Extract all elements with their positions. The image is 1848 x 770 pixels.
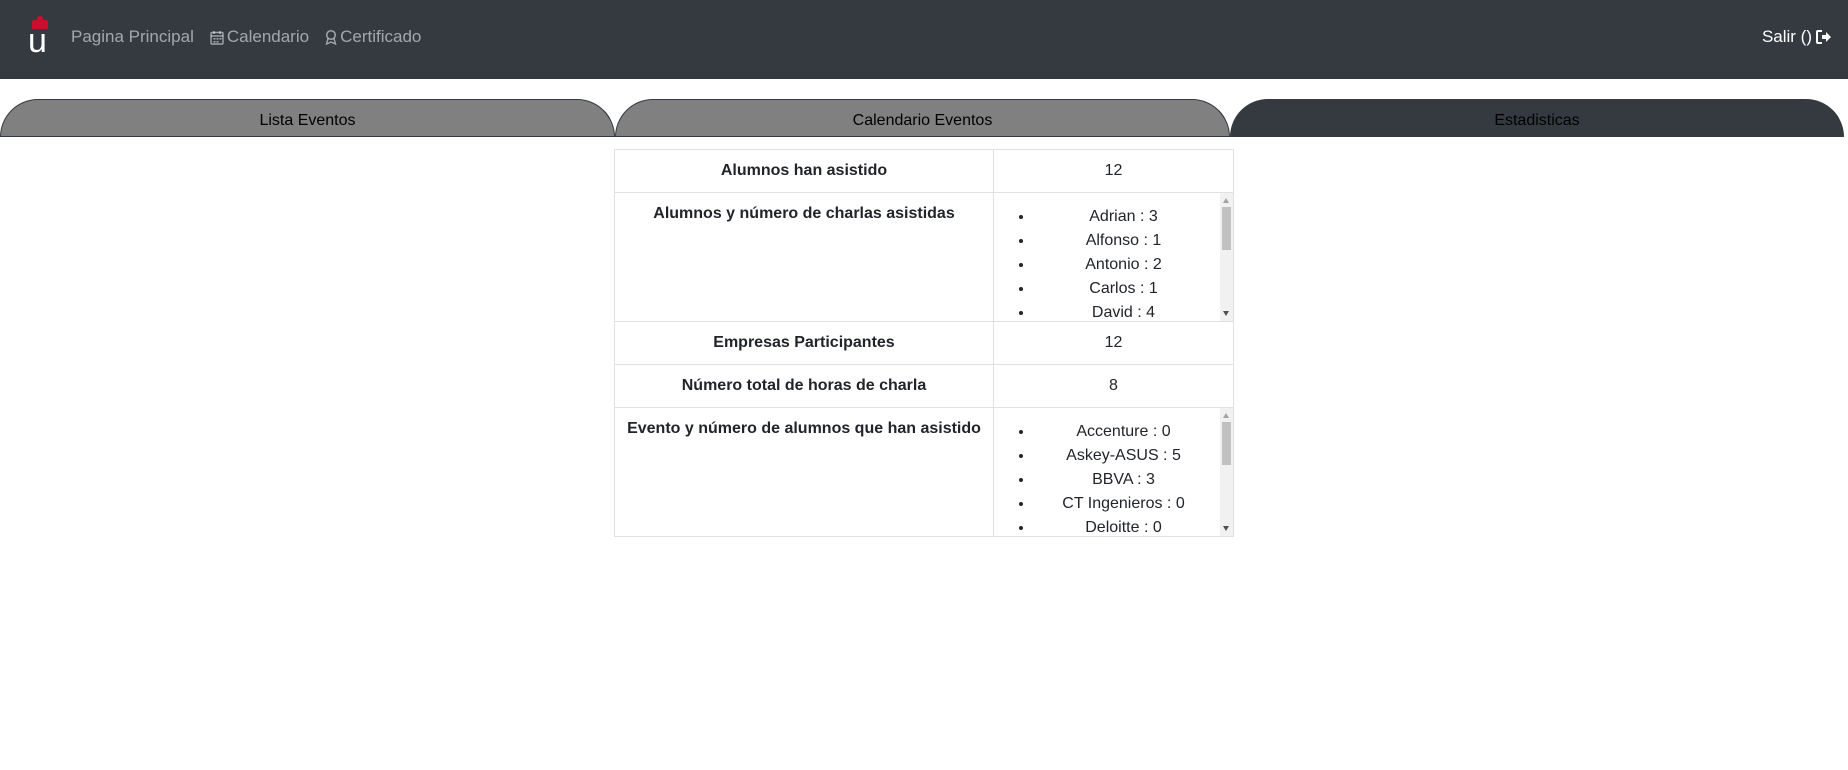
table-row: Empresas Participantes 12 xyxy=(614,321,1234,365)
nav-link-label: Certificado xyxy=(340,27,422,46)
scrollbar-thumb[interactable] xyxy=(1222,422,1231,465)
university-logo[interactable]: u xyxy=(28,16,52,60)
statistics-table: Alumnos han asistido 12 Alumnos y número… xyxy=(614,149,1234,537)
vertical-scrollbar[interactable] xyxy=(1220,408,1233,536)
evento-alumnos-label: Evento y número de alumnos que han asist… xyxy=(614,407,994,537)
scrollbar-thumb[interactable] xyxy=(1222,207,1231,250)
tab-calendario-eventos[interactable]: Calendario Eventos xyxy=(615,99,1230,137)
nav-link-label: Calendario xyxy=(226,27,310,46)
nav-link-certificado[interactable]: Certificado xyxy=(325,27,421,47)
empresas-value: 12 xyxy=(993,321,1234,365)
tab-estadisticas[interactable]: Estadisticas xyxy=(1230,99,1844,137)
logout-label: Salir () xyxy=(1761,27,1812,46)
evento-scroll-list[interactable]: Accenture : 0 Askey-ASUS : 5 BBVA : 3 CT… xyxy=(994,408,1233,536)
vertical-scrollbar[interactable] xyxy=(1220,193,1233,321)
charlas-asistidas-label: Alumnos y número de charlas asistidas xyxy=(614,192,994,322)
table-row: Alumnos han asistido 12 xyxy=(614,149,1234,193)
list-item: Alfonso : 1 xyxy=(1034,229,1213,253)
list-item: Carlos : 1 xyxy=(1034,277,1213,301)
list-item: CT Ingenieros : 0 xyxy=(1034,492,1213,516)
logo-letter: u xyxy=(28,22,47,60)
scroll-up-arrow-icon[interactable] xyxy=(1223,198,1229,203)
charlas-scroll-list[interactable]: Adrian : 3 Alfonso : 1 Antonio : 2 Carlo… xyxy=(994,193,1233,321)
table-row: Evento y número de alumnos que han asist… xyxy=(614,407,1234,537)
list-item: Antonio : 2 xyxy=(1034,253,1213,277)
table-row: Número total de horas de charla 8 xyxy=(614,364,1234,408)
tab-lista-eventos[interactable]: Lista Eventos xyxy=(0,99,615,137)
nav-links: Pagina Principal Calendario Certificado xyxy=(71,27,437,47)
horas-value: 8 xyxy=(993,364,1234,408)
tab-bar: Lista Eventos Calendario Eventos Estadis… xyxy=(0,99,1844,139)
top-navbar: u Pagina Principal Calendario Certificad… xyxy=(0,0,1848,79)
list-item: David : 4 xyxy=(1034,301,1213,321)
award-icon xyxy=(325,29,337,45)
table-row: Alumnos y número de charlas asistidas Ad… xyxy=(614,192,1234,322)
calendar-icon xyxy=(210,30,224,45)
scroll-down-arrow-icon[interactable] xyxy=(1223,526,1229,531)
alumnos-asistido-label: Alumnos han asistido xyxy=(614,149,994,193)
sign-out-icon xyxy=(1816,30,1831,44)
alumnos-asistido-value: 12 xyxy=(993,149,1234,193)
list-item: BBVA : 3 xyxy=(1034,468,1213,492)
charlas-asistidas-cell: Adrian : 3 Alfonso : 1 Antonio : 2 Carlo… xyxy=(993,192,1234,322)
nav-link-calendario[interactable]: Calendario xyxy=(210,27,309,47)
list-item: Accenture : 0 xyxy=(1034,420,1213,444)
logout-button[interactable]: Salir () xyxy=(1762,27,1832,47)
scroll-up-arrow-icon[interactable] xyxy=(1223,413,1229,418)
list-item: Deloitte : 0 xyxy=(1034,516,1213,536)
nav-link-label: Pagina Principal xyxy=(71,27,194,46)
nav-link-pagina-principal[interactable]: Pagina Principal xyxy=(71,27,194,47)
horas-label: Número total de horas de charla xyxy=(614,364,994,408)
empresas-label: Empresas Participantes xyxy=(614,321,994,365)
scroll-down-arrow-icon[interactable] xyxy=(1223,311,1229,316)
list-item: Adrian : 3 xyxy=(1034,205,1213,229)
evento-alumnos-cell: Accenture : 0 Askey-ASUS : 5 BBVA : 3 CT… xyxy=(993,407,1234,537)
list-item: Askey-ASUS : 5 xyxy=(1034,444,1213,468)
